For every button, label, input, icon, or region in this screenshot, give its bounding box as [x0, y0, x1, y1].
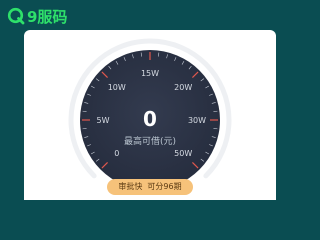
credit-amount: 0: [143, 107, 157, 131]
gauge-tick-label: 20W: [174, 83, 192, 92]
gauge-tick-label: 0: [114, 149, 119, 158]
apply-label-main: 审批快: [118, 182, 143, 191]
credit-amount-caption: 最高可借(元): [123, 137, 177, 147]
gauge-tick-label: 10W: [108, 83, 126, 92]
apply-label-sub: 可分96期: [147, 182, 182, 191]
gauge-tick-label: 15W: [141, 69, 159, 78]
gauge-tick-label: 50W: [174, 149, 192, 158]
apply-button[interactable]: 审批快 可分96期: [107, 179, 193, 195]
credit-limit-gauge: 05W10W15W20W30W50W: [68, 38, 232, 190]
